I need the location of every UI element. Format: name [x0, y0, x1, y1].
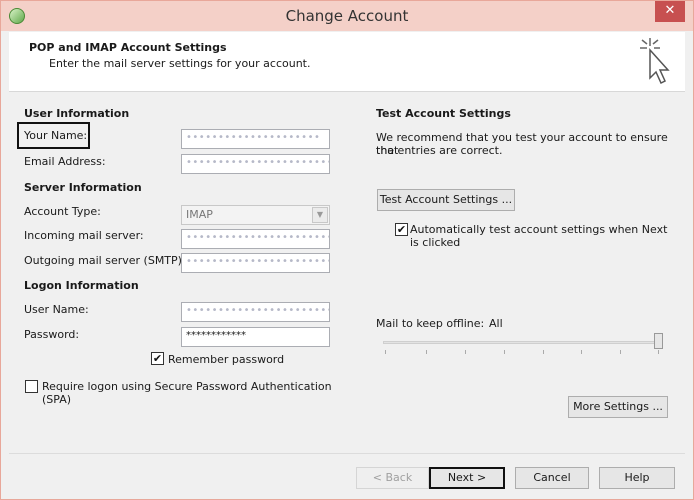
- outgoing-server-input[interactable]: ••••••••••••••••••••••••: [181, 253, 330, 273]
- help-button[interactable]: Help: [599, 467, 675, 489]
- spa-label-continued: (SPA): [42, 393, 72, 406]
- outgoing-server-label: Outgoing mail server (SMTP):: [24, 254, 186, 267]
- account-type-value: IMAP: [186, 208, 213, 221]
- slider-tick: [385, 350, 386, 354]
- slider-tick: [543, 350, 544, 354]
- user-name-input[interactable]: ••••••••••••••••••••••••: [181, 302, 330, 322]
- mail-offline-value: All: [489, 317, 503, 330]
- slider-tick: [504, 350, 505, 354]
- mail-offline-slider[interactable]: [383, 341, 661, 344]
- header-subtitle: Enter the mail server settings for your …: [49, 57, 311, 70]
- remember-password-checkbox[interactable]: ✔: [151, 352, 164, 365]
- user-name-label: User Name:: [24, 303, 89, 316]
- check-icon: ✔: [152, 352, 163, 365]
- password-input[interactable]: ************: [181, 327, 330, 347]
- auto-test-label: Automatically test account settings when…: [410, 223, 668, 236]
- footer-divider: [9, 453, 685, 454]
- change-account-dialog: Change Account ✕ POP and IMAP Account Se…: [0, 0, 694, 500]
- auto-test-checkbox[interactable]: ✔: [395, 223, 408, 236]
- cursor-click-icon: [640, 38, 670, 85]
- slider-handle[interactable]: [654, 333, 663, 349]
- more-settings-button[interactable]: More Settings ...: [568, 396, 668, 418]
- email-input[interactable]: ••••••••••••••••••••••••: [181, 154, 330, 174]
- server-info-section: Server Information: [24, 181, 142, 194]
- check-icon: ✔: [396, 223, 407, 236]
- close-icon: ✕: [664, 3, 676, 18]
- chevron-down-icon: ▼: [312, 207, 328, 223]
- spa-label: Require logon using Secure Password Auth…: [42, 380, 332, 393]
- user-info-section: User Information: [24, 107, 130, 120]
- window-title: Change Account: [285, 7, 409, 25]
- test-description-continued: the entries are correct.: [376, 144, 503, 157]
- slider-tick: [465, 350, 466, 354]
- remember-password-label: Remember password: [168, 353, 285, 366]
- account-type-label: Account Type:: [24, 205, 101, 218]
- header-title: POP and IMAP Account Settings: [29, 41, 227, 54]
- back-button[interactable]: < Back: [356, 467, 429, 489]
- slider-tick: [426, 350, 427, 354]
- password-label: Password:: [24, 328, 80, 341]
- next-button[interactable]: Next >: [429, 467, 505, 489]
- your-name-label: Your Name:: [24, 129, 88, 142]
- close-button[interactable]: ✕: [655, 1, 685, 22]
- slider-tick: [581, 350, 582, 354]
- slider-tick: [620, 350, 621, 354]
- incoming-server-input[interactable]: ••••••••••••••••••••••••: [181, 229, 330, 249]
- account-type-select: IMAP ▼: [181, 205, 330, 225]
- dialog-header: POP and IMAP Account Settings Enter the …: [9, 32, 685, 92]
- test-settings-section: Test Account Settings: [376, 107, 511, 120]
- auto-test-label-continued: is clicked: [410, 236, 461, 249]
- cancel-button[interactable]: Cancel: [515, 467, 589, 489]
- title-bar: Change Account ✕: [1, 1, 693, 31]
- mail-offline-label: Mail to keep offline:: [376, 317, 485, 330]
- spa-checkbox[interactable]: [25, 380, 38, 393]
- slider-tick: [658, 350, 659, 354]
- incoming-server-label: Incoming mail server:: [24, 229, 144, 242]
- your-name-input[interactable]: •••••••••••••••••••••: [181, 129, 330, 149]
- email-label: Email Address:: [24, 155, 106, 168]
- test-account-settings-button[interactable]: Test Account Settings ...: [377, 189, 515, 211]
- logon-info-section: Logon Information: [24, 279, 139, 292]
